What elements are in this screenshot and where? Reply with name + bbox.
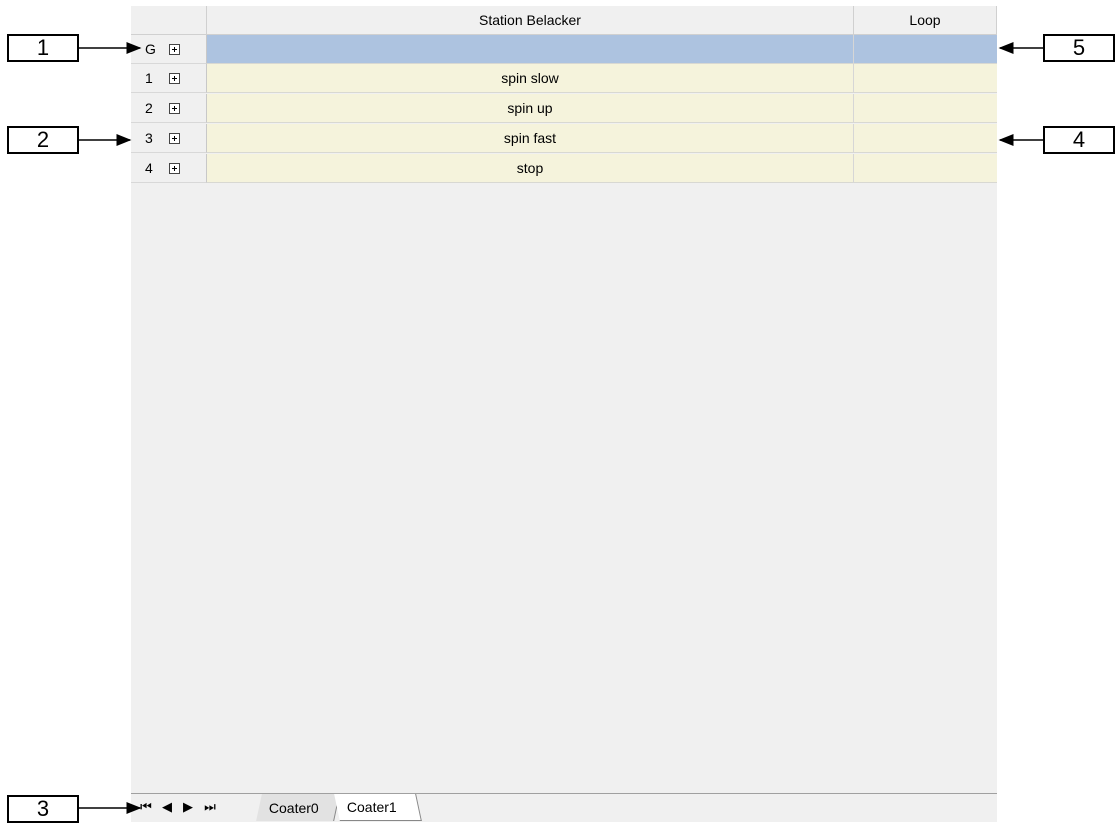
callout-arrows	[79, 42, 1043, 814]
